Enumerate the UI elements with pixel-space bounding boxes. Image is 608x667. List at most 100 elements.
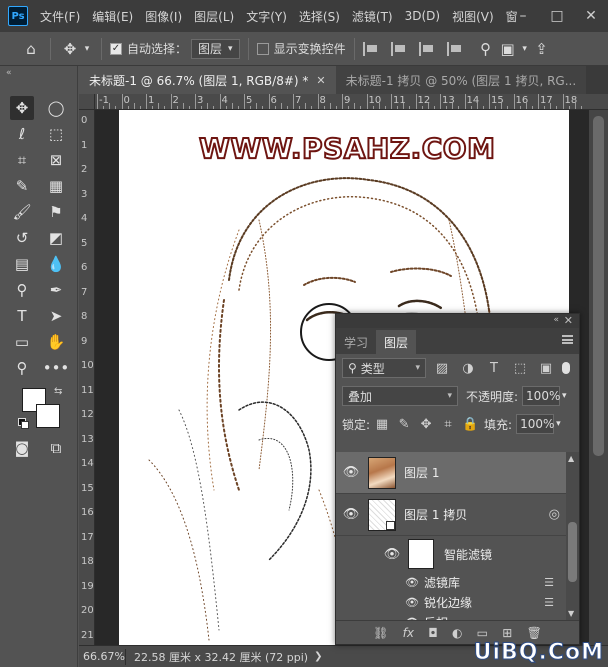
menu-view[interactable]: 视图(V)	[452, 8, 494, 25]
visibility-eye-icon[interactable]: 👁	[382, 547, 402, 562]
layer-row-1[interactable]: 👁 图层 1	[336, 452, 566, 494]
align-center-icon[interactable]	[390, 41, 407, 56]
smart-filter-item[interactable]: 👁 反相	[336, 612, 566, 621]
menu-3d[interactable]: 3D(D)	[405, 9, 440, 23]
visibility-eye-icon[interactable]: 👁	[336, 465, 366, 480]
frame-tool-icon[interactable]: ⊠	[44, 148, 68, 172]
filter-smart-object-icon[interactable]: ▣	[536, 358, 556, 378]
more-tools-icon[interactable]: •••	[43, 356, 70, 380]
stamp-tool-icon[interactable]: ⚑	[44, 200, 68, 224]
smart-filter-item[interactable]: 👁 滤镜库 ☰	[336, 572, 566, 592]
auto-select-checkbox[interactable]: ✓	[110, 42, 122, 55]
lasso-tool-icon[interactable]: ℓ	[10, 122, 34, 146]
filter-pixel-icon[interactable]: ▨	[432, 358, 452, 378]
menu-select[interactable]: 选择(S)	[299, 8, 340, 25]
lock-image-icon[interactable]: ✎	[394, 414, 414, 434]
maximize-button[interactable]: □	[540, 0, 574, 32]
hand-tool-icon[interactable]: ✋	[44, 330, 68, 354]
zoom-tool-icon[interactable]: ⚲	[10, 356, 34, 380]
menu-file[interactable]: 文件(F)	[40, 8, 80, 25]
path-select-tool-icon[interactable]: ➤	[44, 304, 68, 328]
align-top-icon[interactable]	[446, 41, 463, 56]
fx-icon[interactable]: fx	[403, 626, 414, 640]
menu-edit[interactable]: 编辑(E)	[92, 8, 133, 25]
menu-filter[interactable]: 滤镜(T)	[352, 8, 393, 25]
adjustment-icon[interactable]: ◐	[452, 626, 462, 640]
zoom-level[interactable]: 66.67%	[79, 650, 125, 663]
align-left-icon[interactable]	[362, 41, 379, 56]
filter-adjustment-icon[interactable]: ◑	[458, 358, 478, 378]
tab-layers[interactable]: 图层	[376, 330, 417, 354]
move-tool-icon[interactable]: ✥	[10, 96, 34, 120]
filter-shape-icon[interactable]: ⬚	[510, 358, 530, 378]
collapse-icon[interactable]: «	[6, 68, 12, 78]
canvas-scrollbar[interactable]	[589, 110, 608, 645]
default-colors-icon[interactable]	[18, 418, 29, 429]
filter-type-icon[interactable]: T	[484, 358, 504, 378]
home-icon[interactable]: ⌂	[20, 38, 42, 60]
lock-artboard-icon[interactable]: ⌗	[438, 414, 458, 434]
blur-tool-icon[interactable]: 💧	[44, 252, 68, 276]
scrollbar-thumb[interactable]	[568, 522, 577, 582]
auto-select-target-dropdown[interactable]: 图层 ▾	[191, 38, 240, 59]
chevron-down-icon[interactable]: ▾	[556, 419, 561, 429]
chevron-down-icon[interactable]: ▾	[519, 38, 531, 60]
eraser-tool-icon[interactable]: ◩	[44, 226, 68, 250]
chevron-down-icon[interactable]: ▾	[562, 391, 567, 401]
background-color-swatch[interactable]	[36, 404, 60, 428]
visibility-eye-icon[interactable]: 👁	[402, 576, 422, 589]
scroll-down-icon[interactable]: ▼	[568, 609, 574, 618]
close-icon[interactable]: ✕	[564, 314, 573, 327]
folder-icon[interactable]: ▭	[477, 626, 488, 640]
history-brush-tool-icon[interactable]: ↺	[10, 226, 34, 250]
mask-icon[interactable]: ◘	[428, 626, 438, 640]
panel-menu-icon[interactable]	[562, 335, 573, 344]
chevron-down-icon[interactable]: ▾	[81, 38, 93, 60]
brush-tool-icon[interactable]: 🖌	[10, 200, 34, 224]
minimize-button[interactable]: –	[506, 0, 540, 32]
screen-mode-icon[interactable]: ⧉	[44, 436, 68, 460]
search-icon[interactable]: ⚲	[475, 38, 497, 60]
tab-document-1[interactable]: 未标题-1 @ 66.7% (图层 1, RGB/8#) * ✕	[79, 66, 336, 94]
gradient-tool-icon[interactable]: ▤	[10, 252, 34, 276]
blend-mode-dropdown[interactable]: 叠加 ▾	[342, 386, 458, 406]
align-right-icon[interactable]	[418, 41, 435, 56]
pen-tool-icon[interactable]: ✒	[44, 278, 68, 302]
menu-image[interactable]: 图像(I)	[145, 8, 182, 25]
object-select-tool-icon[interactable]: ⬚	[44, 122, 68, 146]
menu-layer[interactable]: 图层(L)	[194, 8, 234, 25]
dodge-tool-icon[interactable]: ⚲	[10, 278, 34, 302]
layers-scrollbar[interactable]: ▲ ▼	[566, 452, 579, 620]
patch-tool-icon[interactable]: ▦	[44, 174, 68, 198]
menu-type[interactable]: 文字(Y)	[246, 8, 287, 25]
visibility-eye-icon[interactable]: 👁	[402, 596, 422, 609]
filter-options-icon[interactable]: ☰	[544, 596, 554, 609]
smart-filter-item[interactable]: 👁 锐化边缘 ☰	[336, 592, 566, 612]
tab-learn[interactable]: 学习	[336, 330, 376, 354]
share-icon[interactable]: ⇪	[531, 38, 553, 60]
scrollbar-thumb[interactable]	[593, 116, 604, 456]
close-window-button[interactable]: ✕	[574, 0, 608, 32]
filter-toggle[interactable]	[562, 362, 570, 374]
type-tool-icon[interactable]: T	[10, 304, 34, 328]
rectangle-tool-icon[interactable]: ▭	[10, 330, 34, 354]
smart-filter-icon[interactable]: ◎	[549, 507, 560, 522]
scroll-up-icon[interactable]: ▲	[568, 454, 574, 463]
marquee-tool-icon[interactable]: ◯	[44, 96, 68, 120]
opacity-input[interactable]: 100%	[522, 386, 560, 406]
lock-position-icon[interactable]: ✥	[416, 414, 436, 434]
collapse-icon[interactable]: «	[553, 315, 559, 325]
frame-icon[interactable]: ▣	[497, 38, 519, 60]
fill-input[interactable]: 100%	[516, 414, 554, 434]
new-layer-icon[interactable]: ⊞	[502, 626, 512, 640]
trash-icon[interactable]: 🗑	[527, 626, 542, 640]
tab-document-2[interactable]: 未标题-1 拷贝 @ 50% (图层 1 拷贝, RG...	[335, 66, 587, 94]
crop-tool-icon[interactable]: ⌗	[10, 148, 34, 172]
lock-transparent-icon[interactable]: ▦	[372, 414, 392, 434]
eyedropper-tool-icon[interactable]: ✎	[10, 174, 34, 198]
smart-filters-row[interactable]: 👁 智能滤镜	[336, 536, 566, 572]
close-icon[interactable]: ✕	[316, 74, 325, 87]
swap-colors-icon[interactable]: ⇆	[54, 386, 62, 397]
link-icon[interactable]: ⛓	[373, 626, 388, 640]
layer-row-1-copy[interactable]: 👁 图层 1 拷贝 ◎	[336, 494, 566, 536]
